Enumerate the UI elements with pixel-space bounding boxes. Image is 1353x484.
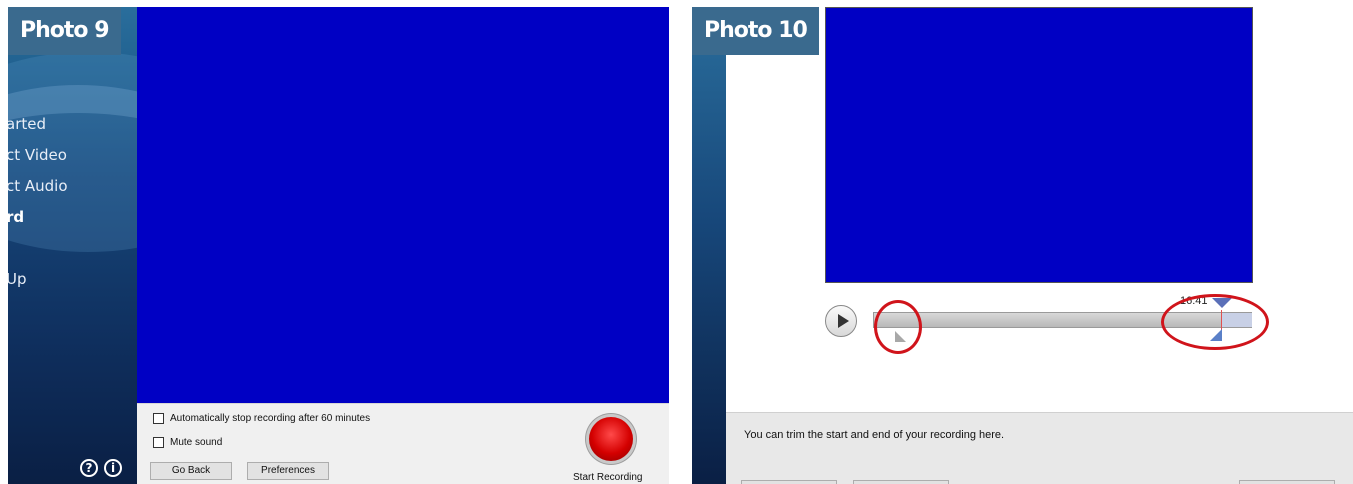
photo-9-panel: Photo 9 arted ct Video ct Audio rd Up ? … [8, 7, 669, 484]
wizard-sidebar-edge [692, 7, 726, 484]
sidebar-item-select-video[interactable]: ct Video [8, 146, 67, 164]
footer-button-2[interactable] [853, 480, 949, 484]
help-icons: ? i [80, 459, 122, 477]
wizard-sidebar: arted ct Video ct Audio rd Up ? i [8, 7, 137, 484]
sidebar-item-select-audio[interactable]: ct Audio [8, 177, 68, 195]
preferences-button[interactable]: Preferences [247, 462, 329, 480]
go-back-button[interactable]: Go Back [150, 462, 232, 480]
highlight-circle-start [874, 300, 922, 354]
checkbox-box[interactable] [153, 437, 164, 448]
checkbox-box[interactable] [153, 413, 164, 424]
video-preview [137, 7, 669, 403]
highlight-circle-end [1161, 294, 1269, 350]
start-recording-button[interactable] [589, 417, 633, 461]
help-icon[interactable]: ? [80, 459, 98, 477]
mute-label: Mute sound [170, 437, 223, 448]
mute-checkbox[interactable]: Mute sound [153, 437, 222, 448]
photo-10-tag: Photo 10 [692, 7, 819, 55]
photo-10-panel: Photo 10 16:41 You can trim the start an… [692, 7, 1353, 484]
sidebar-item-finish-up[interactable]: Up [8, 270, 27, 288]
recording-controls: Automatically stop recording after 60 mi… [137, 403, 669, 484]
footer-button-1[interactable] [741, 480, 837, 484]
photo-9-tag: Photo 9 [8, 7, 121, 55]
trim-instructions: You can trim the start and end of your r… [744, 429, 1005, 441]
sidebar-item-record[interactable]: rd [8, 208, 24, 226]
trim-footer: You can trim the start and end of your r… [726, 412, 1353, 484]
play-button[interactable] [825, 305, 857, 337]
sidebar-item-getting-started[interactable]: arted [8, 115, 46, 133]
auto-stop-label: Automatically stop recording after 60 mi… [170, 413, 371, 424]
footer-button-3[interactable] [1239, 480, 1335, 484]
video-preview [825, 7, 1253, 283]
info-icon[interactable]: i [104, 459, 122, 477]
auto-stop-checkbox[interactable]: Automatically stop recording after 60 mi… [153, 413, 370, 424]
start-recording-label: Start Recording [573, 472, 643, 483]
